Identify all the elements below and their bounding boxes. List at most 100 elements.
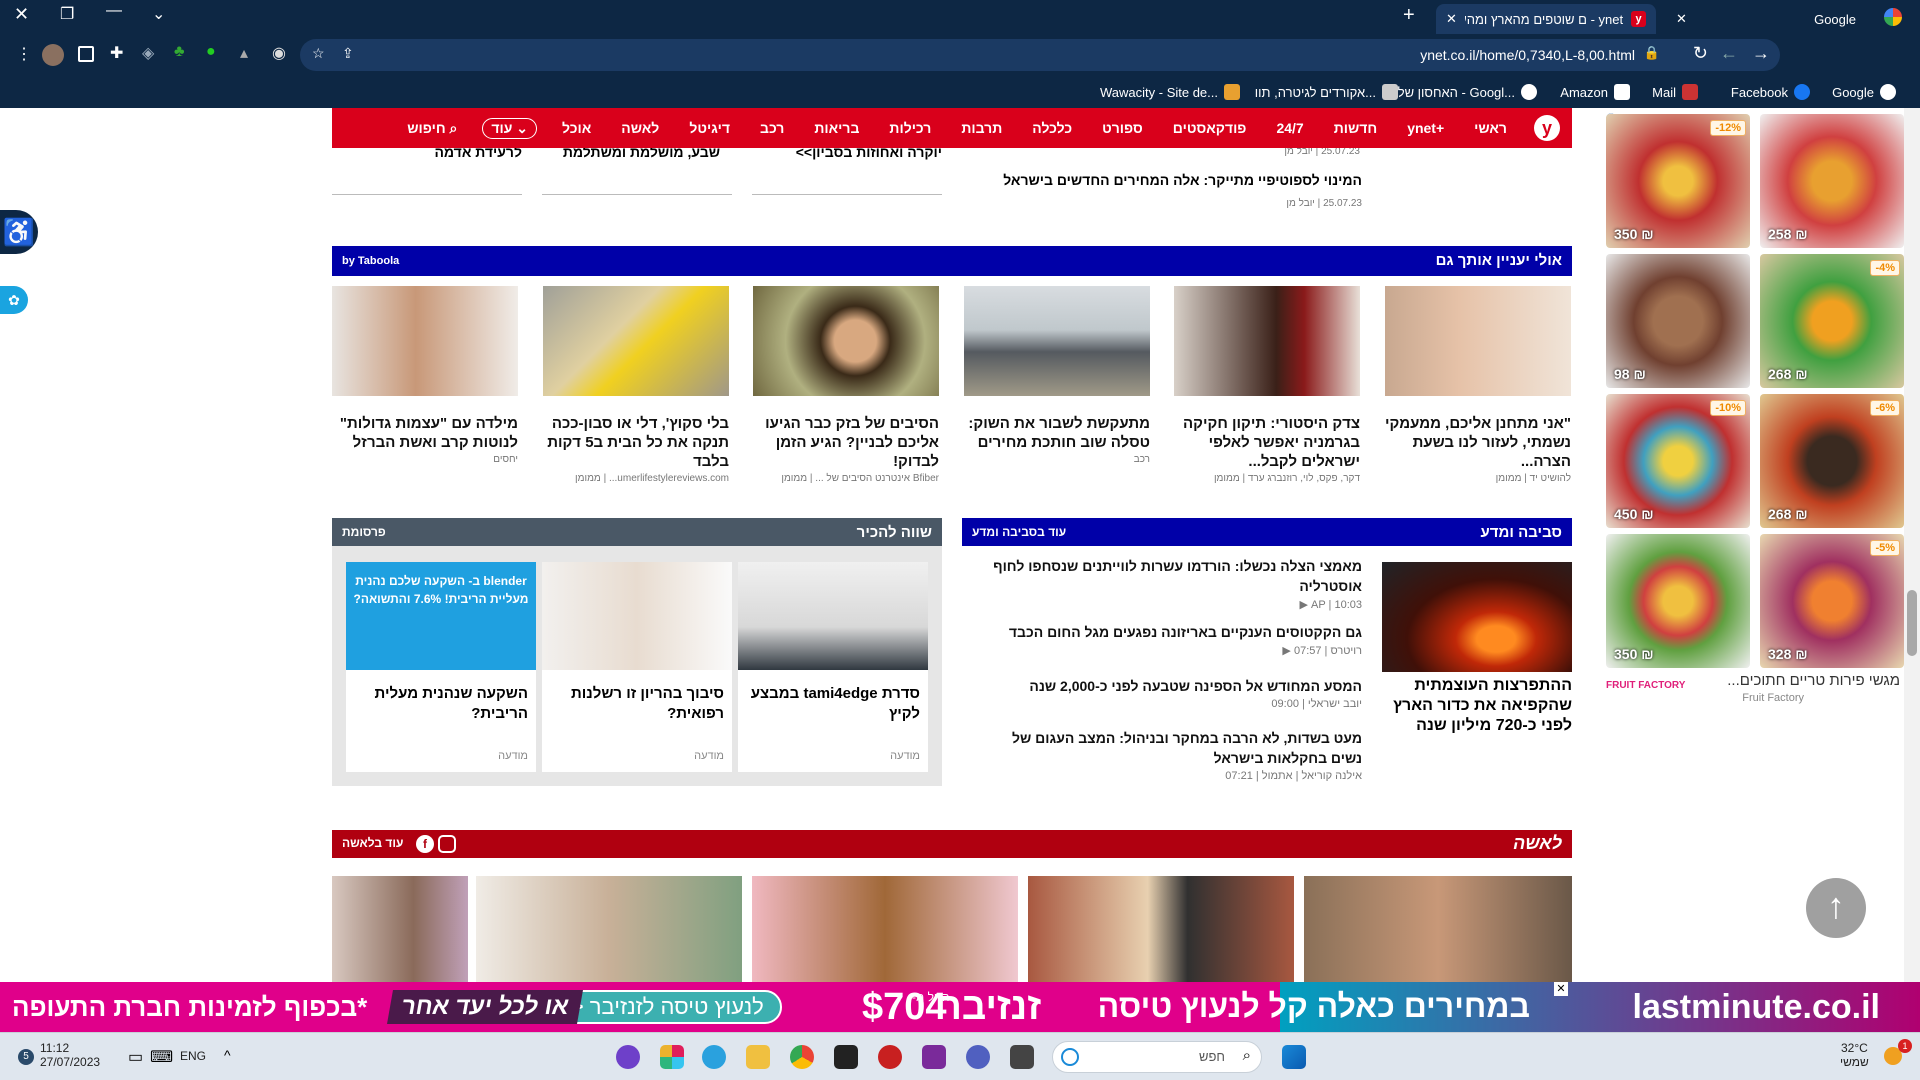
taboola-card[interactable]: מתעקשת לשבור את השוק: טסלה שוב חותכת מחי… — [964, 286, 1150, 465]
bookmark-chords[interactable]: אקורדים לגיטרה, תוו... — [1255, 84, 1398, 100]
tray-chevron-icon[interactable]: ^ — [224, 1047, 231, 1063]
woman-image[interactable] — [332, 876, 468, 982]
more-button[interactable]: עוד ⌄ — [482, 117, 538, 139]
scrollbar-thumb[interactable] — [1907, 590, 1917, 656]
bookmark-mail[interactable]: Mail — [1652, 84, 1698, 100]
minimize-icon[interactable]: — — [106, 2, 122, 20]
product-tile[interactable]: 258 ₪ — [1760, 114, 1904, 248]
facebook-icon[interactable]: f — [416, 835, 434, 853]
lock-icon[interactable]: 🔒 — [1644, 45, 1660, 61]
woman-image[interactable] — [752, 876, 1018, 982]
taboola-card[interactable]: מילדה עם "עצמות גדולות" לנוטות קרב ואשת … — [332, 286, 518, 465]
ad-card[interactable]: סדרת tami4edge במבצע לקיץ מודעה — [738, 562, 928, 772]
bookmark-drive[interactable]: האחסון שלי - Googl... — [1394, 84, 1537, 100]
extension-icon[interactable]: ◉ — [272, 43, 286, 63]
list-item[interactable]: המסע המחודש אל הספינה שטבעה לפני כ-2,000… — [990, 676, 1362, 728]
product-tile[interactable]: -4% 268 ₪ — [1760, 254, 1904, 388]
taboola-card[interactable]: "אני מתחנן אליכם, ממעמקי נשמתי, לעזור לנ… — [1385, 286, 1571, 484]
sidepanel-icon[interactable] — [78, 46, 94, 62]
tab-ynet[interactable]: y ynet - ם שוטפים מהארץ ומהעולם ✕ — [1436, 4, 1656, 34]
app-icon[interactable] — [878, 1045, 902, 1069]
tree-icon[interactable]: ♣ — [174, 43, 185, 61]
taboola-card[interactable]: בלי סקוץ', דלי או סבון-ככה תנקה את כל הב… — [543, 286, 729, 484]
taskbar-search[interactable]: חפש ⌕ — [1052, 1041, 1262, 1073]
bookmark-star-icon[interactable]: ☆ — [312, 45, 325, 62]
nav-item[interactable]: תרבות — [946, 120, 1017, 136]
nav-item[interactable]: ynet+ — [1392, 120, 1459, 136]
more-link[interactable]: עוד בלאשה — [342, 836, 403, 850]
ad-card[interactable]: סיבוך בהריון זו רשלנות רפואית? מודעה — [542, 562, 732, 772]
language-indicator[interactable]: ENG — [180, 1049, 206, 1063]
notification-icon[interactable]: 5 — [18, 1049, 34, 1065]
close-window-icon[interactable]: ✕ — [14, 4, 29, 25]
scrollbar[interactable] — [1904, 108, 1920, 1032]
lastminute-banner[interactable]: lastminute.co.il במחירים כאלה קל לנעוץ ט… — [0, 982, 1920, 1032]
feature-headline[interactable]: ההתפרצות העוצמתית שהקפיאה את כדור הארץ ל… — [1382, 676, 1572, 736]
section-title[interactable]: סביבה ומדע — [1481, 524, 1562, 541]
nav-item[interactable]: ראשי — [1459, 120, 1522, 136]
nav-item[interactable]: רכב — [745, 120, 799, 136]
list-item[interactable]: מעט בשדות, לא הרבה במחקר ובניהול: המצב ה… — [990, 728, 1362, 782]
nav-item[interactable]: אוכל — [547, 120, 606, 136]
side-ad[interactable]: ⓘ✕ 258 ₪ -12%350 ₪ -4%268 ₪ 98 ₪ -6%268 … — [1606, 108, 1904, 708]
tab-google[interactable]: Google ✕ — [1666, 4, 1866, 34]
folder-icon[interactable] — [746, 1045, 770, 1069]
avatar[interactable] — [42, 44, 64, 66]
close-ad-icon[interactable]: ✕ — [1554, 982, 1568, 996]
list-item[interactable]: גם הקקטוסים הענקיים באריזונה נפגעים מגל … — [990, 622, 1362, 676]
nav-item[interactable]: דיגיטל — [674, 120, 745, 136]
weather[interactable]: 32°C שמשי — [1840, 1041, 1869, 1069]
evernote-icon[interactable]: ● — [206, 43, 216, 61]
chrome-icon[interactable] — [790, 1045, 814, 1069]
share-icon[interactable]: ⇪ — [342, 45, 354, 62]
nav-item[interactable]: חדשות — [1319, 120, 1393, 136]
onenote-icon[interactable] — [922, 1045, 946, 1069]
nav-item[interactable]: לאשה — [606, 120, 674, 136]
network-icon[interactable]: ⌨ — [150, 1047, 173, 1067]
telegram-icon[interactable] — [702, 1045, 726, 1069]
nav-item[interactable]: 24/7 — [1261, 120, 1318, 136]
menu-icon[interactable]: ⋮ — [16, 44, 32, 64]
github-icon[interactable] — [616, 1045, 640, 1069]
url-text[interactable]: ynet.co.il/home/0,7340,L-8,00.html — [1420, 47, 1635, 63]
reload-icon[interactable]: ↻ — [1693, 43, 1708, 64]
product-tile[interactable]: -6% 268 ₪ — [1760, 394, 1904, 528]
extension-icon[interactable]: ◈ — [142, 43, 154, 63]
bookmark-google[interactable]: Google — [1832, 84, 1896, 100]
close-tab-icon[interactable]: ✕ — [1446, 11, 1457, 27]
taboola-card[interactable]: הסיבים של בזק כבר הגיעו אליכם לבניין? הג… — [753, 286, 939, 484]
search-button[interactable]: חיפוש ⌕ — [395, 120, 472, 137]
chat-icon[interactable] — [966, 1045, 990, 1069]
back-icon[interactable]: → — [1752, 43, 1770, 64]
nav-item[interactable]: בריאות — [799, 120, 874, 136]
butterfly-icon[interactable]: ✿ — [0, 286, 28, 314]
product-tile[interactable]: -12% 350 ₪ — [1606, 114, 1750, 248]
bookmark-wawacity[interactable]: Wawacity - Site de... — [1100, 84, 1240, 100]
woman-image[interactable] — [1028, 876, 1294, 982]
scroll-top-button[interactable]: ↑ — [1806, 878, 1866, 938]
bookmark-facebook[interactable]: Facebook — [1731, 84, 1810, 100]
slack-icon[interactable] — [660, 1045, 684, 1069]
feature-image[interactable] — [1382, 562, 1572, 672]
tab-search-icon[interactable]: ⌄ — [152, 4, 165, 24]
extensions-icon[interactable]: ✚ — [110, 43, 123, 63]
clock[interactable]: 11:12 27/07/2023 — [40, 1041, 100, 1069]
terminal-icon[interactable] — [834, 1045, 858, 1069]
nav-item[interactable]: רכילות — [874, 120, 946, 136]
forward-icon[interactable]: ← — [1720, 43, 1738, 64]
woman-image[interactable] — [476, 876, 742, 982]
start-icon[interactable] — [1282, 1045, 1306, 1069]
nav-item[interactable]: ספורט — [1087, 120, 1158, 136]
product-tile[interactable]: 350 ₪ — [1606, 534, 1750, 668]
product-tile[interactable]: -10% 450 ₪ — [1606, 394, 1750, 528]
headline[interactable]: המינוי לספוטיפיי מתייקר: אלה המחירים החד… — [980, 172, 1362, 188]
ad-card[interactable]: blender ב- השקעה שלכם נהנית מעליית הריבי… — [346, 562, 536, 772]
extension-icon[interactable]: ▴ — [240, 43, 248, 63]
product-tile[interactable]: 98 ₪ — [1606, 254, 1750, 388]
nav-item[interactable]: כלכלה — [1017, 120, 1087, 136]
window-icon[interactable] — [1010, 1045, 1034, 1069]
more-link[interactable]: עוד בסביבה ומדע — [972, 525, 1066, 539]
taboola-credit[interactable]: by Taboola — [342, 255, 399, 267]
address-bar[interactable]: ☆ ⇪ ynet.co.il/home/0,7340,L-8,00.html 🔒… — [300, 39, 1780, 71]
list-item[interactable]: מאמצי הצלה נכשלו: הורדמו עשרות לווייתנים… — [990, 556, 1362, 622]
